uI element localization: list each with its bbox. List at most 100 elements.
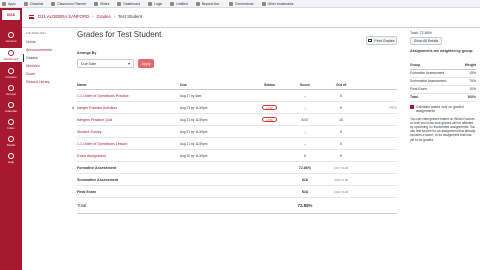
table-row: Integers Practice Quiz Aug 23 by 11:59pm… bbox=[77, 114, 397, 126]
bookmark-item[interactable]: Classroom Planner bbox=[51, 1, 86, 6]
arrange-by-label: Arrange By bbox=[77, 51, 97, 55]
column-header-status: Status bbox=[264, 83, 275, 87]
bookmark-item[interactable]: Classlink bbox=[23, 1, 43, 6]
global-nav-inbox[interactable]: Inbox bbox=[0, 117, 22, 131]
group-score: N/A bbox=[301, 189, 309, 194]
bookmark-label: Cornerstone bbox=[234, 1, 254, 6]
print-label: Print Grades bbox=[374, 38, 395, 43]
assignment-link[interactable]: 1.1 Order of Operations Lesson bbox=[77, 142, 127, 146]
table-row: 1.1 Order of Operations Practice Aug 27 … bbox=[77, 90, 397, 102]
course-nav-modules[interactable]: Modules bbox=[26, 62, 70, 70]
weights-table: Group Weight Formative Assessment 15% Su… bbox=[410, 62, 476, 102]
weight-group: Summative Assessment bbox=[410, 77, 461, 86]
weight-row: Formative Assessment 15% bbox=[410, 69, 476, 78]
course-nav-record-library[interactable]: Record Library bbox=[26, 78, 70, 86]
bookmark-item[interactable]: Cornerstone bbox=[228, 1, 254, 6]
score-cell: – bbox=[304, 129, 306, 134]
bookmark-item[interactable]: Dashboard bbox=[117, 1, 140, 6]
apply-button[interactable]: Apply bbox=[138, 59, 154, 68]
global-nav-label: Inbox bbox=[7, 125, 15, 130]
dashboard-icon bbox=[8, 49, 14, 56]
courses-icon bbox=[8, 67, 14, 74]
checkbox-checked-icon[interactable] bbox=[410, 104, 414, 109]
bookmark-item[interactable]: Apps bbox=[2, 1, 16, 6]
checkbox-label: Calculate based only on graded assignmen… bbox=[416, 104, 464, 114]
out-of-cell: 5 bbox=[340, 129, 342, 134]
breadcrumb-separator-icon: › bbox=[92, 14, 94, 19]
course-nav: Fall 2020-2021 Home Announcements Grades… bbox=[23, 31, 70, 86]
global-nav-account[interactable]: Account bbox=[0, 30, 22, 44]
print-grades-button[interactable]: Print Grades bbox=[366, 36, 397, 45]
assignment-link[interactable]: Integers Practice Quiz bbox=[77, 118, 112, 122]
show-all-details-button[interactable]: Show All Details bbox=[410, 37, 442, 45]
global-nav-help[interactable]: Help bbox=[0, 151, 22, 165]
group-name: Final Exam bbox=[77, 189, 96, 194]
group-total-row: Final Exam N/A 0.00 / 0.00 bbox=[77, 186, 397, 198]
grade-sidebar: Total: 72.85% Show All Details Assignmen… bbox=[410, 31, 476, 142]
breadcrumb-grades[interactable]: Grades bbox=[97, 14, 111, 19]
bookmark-item[interactable]: Beyond the.. bbox=[195, 1, 221, 6]
assignment-link[interactable]: Exam Assignment bbox=[77, 154, 106, 158]
arrange-by-value: Due Date bbox=[81, 62, 97, 66]
global-nav-dashboard[interactable]: Dashboard bbox=[0, 48, 22, 62]
weight-row: Total 100% bbox=[410, 93, 476, 102]
bookmark-label: Other bookmarks bbox=[267, 1, 294, 6]
out-of-cell: 0 bbox=[340, 153, 342, 158]
course-nav-home[interactable]: Home bbox=[26, 38, 70, 46]
brand-logo[interactable]: DISS bbox=[2, 10, 20, 20]
sidebar-total: Total: 72.85% bbox=[410, 31, 432, 35]
group-points: 6.67 / 9.00 bbox=[333, 165, 349, 170]
course-nav-zoom[interactable]: Zoom bbox=[26, 70, 70, 78]
table-row: ● Integer Practice Activities Aug 23 by … bbox=[72, 102, 397, 114]
weight-group: Final Exam bbox=[410, 85, 461, 94]
bookmark-label: Slides bbox=[100, 1, 110, 6]
table-row: 1.1 Order of Operations Lesson Aug 21 by… bbox=[77, 138, 397, 150]
global-nav-studio[interactable]: Studio bbox=[0, 134, 22, 148]
due-date: Aug 21 by 11:59pm bbox=[180, 141, 208, 146]
calendar-icon bbox=[8, 101, 14, 108]
due-date: Aug 21 by 11:59pm bbox=[180, 129, 208, 134]
course-nav-grades[interactable]: Grades bbox=[23, 54, 70, 62]
out-of-cell: 10 bbox=[339, 117, 343, 122]
table-row: Student Survey Aug 21 by 11:59pm – 5 bbox=[77, 126, 397, 138]
column-header-name: Name bbox=[77, 83, 87, 87]
bookmark-item[interactable]: Slides bbox=[94, 1, 110, 6]
column-header-out-of: Out of bbox=[335, 83, 347, 87]
assignment-link[interactable]: Student Survey bbox=[77, 130, 102, 134]
bookmark-label: Beyond the.. bbox=[201, 1, 221, 6]
breadcrumb-course[interactable]: D21 ALGEBRA SANFORD bbox=[38, 14, 89, 19]
folder-icon bbox=[261, 1, 266, 6]
what-if-description: You can view grades based on What-If sco… bbox=[410, 116, 476, 142]
score-cell[interactable]: 8.67 bbox=[286, 118, 324, 122]
score-cell: – bbox=[304, 93, 306, 98]
bookmark-label: Apps bbox=[8, 1, 16, 6]
calculate-graded-only-checkbox[interactable]: Calculate based only on graded assignmen… bbox=[410, 105, 476, 114]
out-of-cell: 0 bbox=[340, 141, 342, 146]
bookmark-icon bbox=[94, 1, 99, 6]
global-nav-calendar[interactable]: Calendar bbox=[0, 100, 22, 114]
bookmark-icon bbox=[170, 1, 175, 6]
global-nav-label: Calendar bbox=[4, 108, 18, 113]
bookmark-item[interactable]: Other bookmarks bbox=[261, 1, 294, 6]
assignment-link[interactable]: Integer Practice Activities bbox=[77, 106, 117, 110]
help-icon bbox=[8, 152, 14, 159]
grades-table: Name Due Status Score Out of 1.1 Order o… bbox=[72, 81, 397, 214]
weight-value: 10% bbox=[460, 85, 476, 94]
bookmark-icon bbox=[51, 1, 56, 6]
global-nav: DISS Account Dashboard Courses Groups Ca… bbox=[0, 8, 22, 270]
course-nav-announcements[interactable]: Announcements bbox=[26, 46, 70, 54]
global-nav-courses[interactable]: Courses bbox=[0, 66, 22, 80]
assignment-link[interactable]: 1.1 Order of Operations Practice bbox=[77, 94, 129, 98]
group-total-row: Formative Assessment 72.86% 6.67 / 9.00 bbox=[77, 162, 397, 174]
arrange-by-select[interactable]: Due Date ▾ bbox=[77, 59, 134, 68]
course-term: Fall 2020-2021 bbox=[26, 31, 47, 35]
hamburger-menu-icon[interactable] bbox=[29, 15, 34, 19]
weight-value: 15% bbox=[460, 69, 476, 78]
global-nav-label: Studio bbox=[6, 142, 16, 147]
global-nav-groups[interactable]: Groups bbox=[0, 83, 22, 97]
bookmark-item[interactable]: Login bbox=[148, 1, 162, 6]
bookmark-item[interactable]: Untitled bbox=[170, 1, 188, 6]
final-total-row: Total 72.85% bbox=[77, 198, 397, 214]
account-icon bbox=[8, 31, 14, 38]
weights-header-group: Group bbox=[410, 62, 461, 70]
